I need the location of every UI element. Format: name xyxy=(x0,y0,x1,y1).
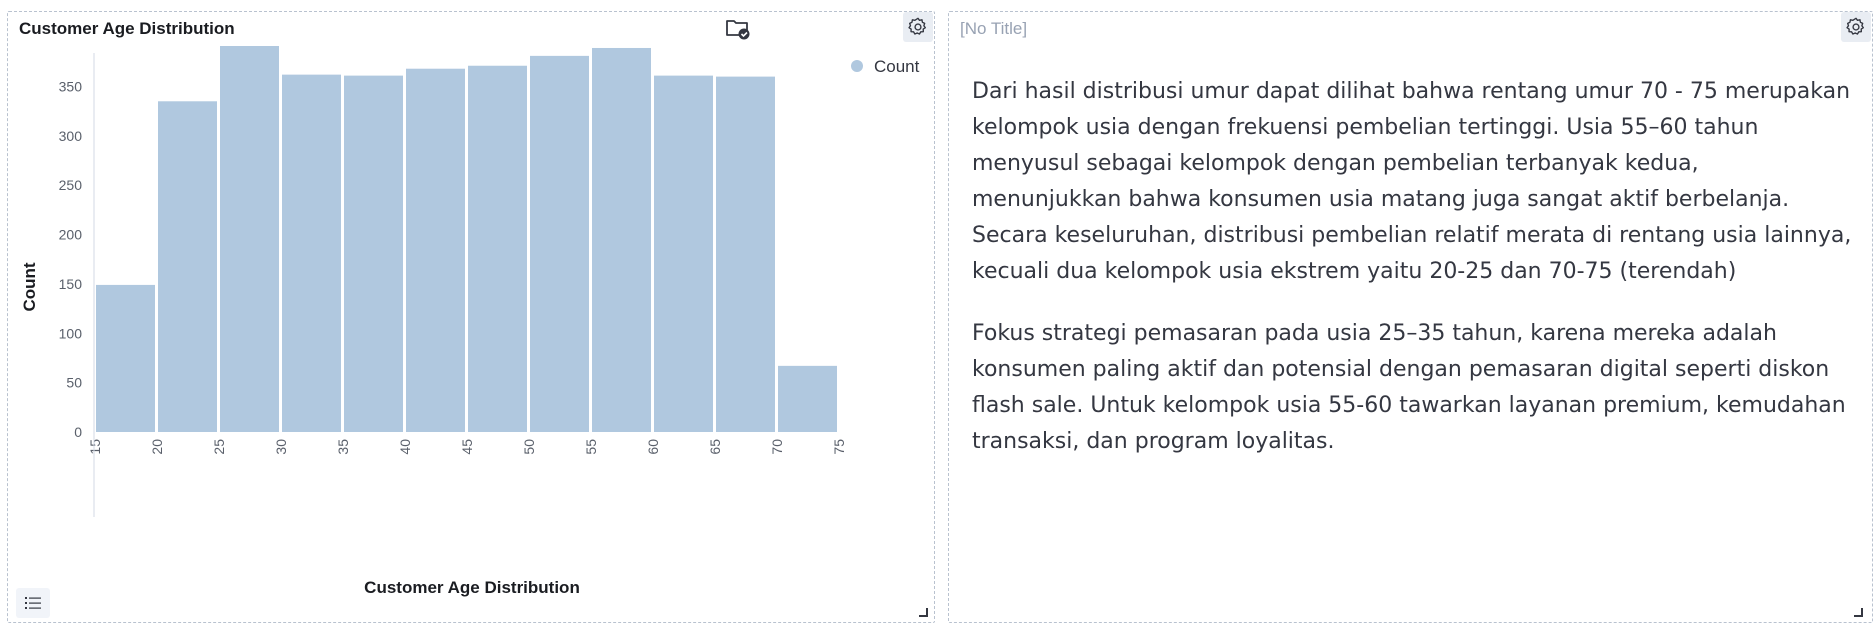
x-tick-label: 15 xyxy=(87,439,103,455)
resize-icon[interactable] xyxy=(919,608,928,617)
histogram-bar[interactable] xyxy=(716,76,775,433)
x-tick-label: 55 xyxy=(583,439,599,455)
x-tick-label: 35 xyxy=(335,439,351,455)
x-tick-label: 60 xyxy=(645,439,661,455)
histogram-bar[interactable] xyxy=(220,46,279,432)
histogram-bar[interactable] xyxy=(406,68,465,433)
y-tick-label: 350 xyxy=(59,78,83,94)
x-tick-label: 25 xyxy=(211,439,227,455)
histogram-bar[interactable] xyxy=(778,365,837,432)
paragraph: Fokus strategi pemasaran pada usia 25–35… xyxy=(972,321,1846,454)
x-tick-label: 20 xyxy=(149,439,165,455)
markdown-panel: [No Title] Dari hasil distribusi umur da… xyxy=(948,11,1873,623)
x-tick-label: 40 xyxy=(397,439,413,455)
y-tick-label: 100 xyxy=(59,325,83,341)
panel-title: [No Title] xyxy=(960,19,1028,38)
x-tick-label: 75 xyxy=(831,439,847,455)
gear-icon[interactable] xyxy=(1841,12,1871,42)
histogram-bar[interactable] xyxy=(96,284,155,432)
y-axis-label: Count xyxy=(20,262,39,311)
x-tick-label: 45 xyxy=(459,439,475,455)
legend-dot xyxy=(851,60,863,72)
markdown-content: Dari hasil distribusi umur dapat dilihat… xyxy=(972,74,1852,486)
y-tick-label: 50 xyxy=(66,375,82,391)
chart-panel: Customer Age Distribution 0 50 100 150 200 25… xyxy=(7,11,935,623)
x-tick-label: 65 xyxy=(707,439,723,455)
histogram-bar[interactable] xyxy=(530,55,589,432)
legend[interactable]: Count xyxy=(851,57,920,76)
histogram-bar[interactable] xyxy=(158,101,217,433)
x-tick-label: 50 xyxy=(521,439,537,455)
histogram-bar[interactable] xyxy=(468,65,527,432)
histogram-bar[interactable] xyxy=(344,75,403,432)
paragraph: Dari hasil distribusi umur dapat dilihat… xyxy=(972,79,1852,284)
y-tick-label: 0 xyxy=(74,424,82,440)
x-tick-label: 70 xyxy=(769,439,785,455)
histogram-bar[interactable] xyxy=(592,47,651,432)
y-tick-label: 250 xyxy=(59,177,83,193)
legend-list-icon[interactable] xyxy=(16,588,50,618)
y-tick-label: 150 xyxy=(59,276,83,292)
x-tick-label: 30 xyxy=(273,439,289,455)
histogram-bar[interactable] xyxy=(654,75,713,432)
legend-label: Count xyxy=(874,57,920,76)
histogram-chart: 0 50 100 150 200 250 300 350 15 20 25 30 35 40 45 50 55… xyxy=(20,46,920,597)
x-axis-label: Customer Age Distribution xyxy=(364,578,580,597)
resize-icon[interactable] xyxy=(1854,608,1863,617)
y-tick-label: 300 xyxy=(59,128,83,144)
histogram-bar[interactable] xyxy=(282,74,341,432)
y-tick-label: 200 xyxy=(59,227,83,243)
